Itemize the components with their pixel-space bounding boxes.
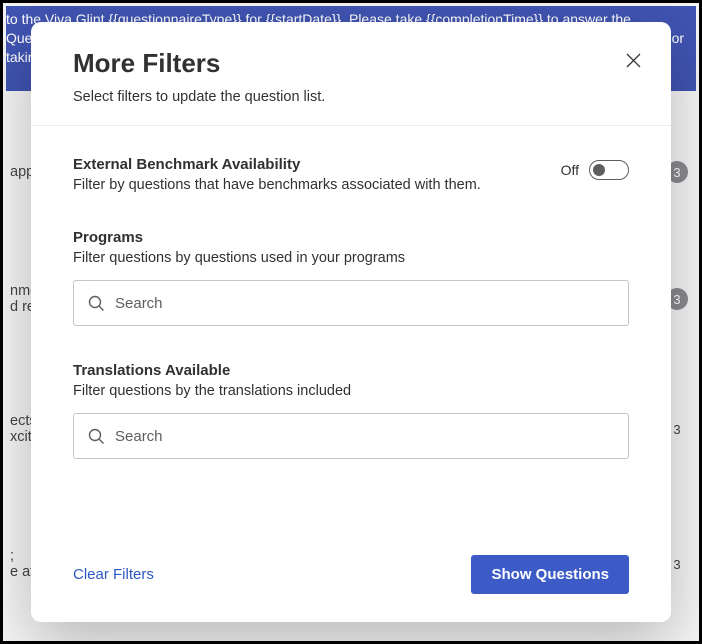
programs-search-input[interactable] <box>115 295 614 312</box>
filter-benchmark: External Benchmark Availability Filter b… <box>73 156 629 193</box>
filter-title: Translations Available <box>73 362 629 379</box>
modal-subtitle: Select filters to update the question li… <box>73 89 629 105</box>
filter-desc: Filter questions by the translations inc… <box>73 383 629 399</box>
programs-search-box[interactable] <box>73 280 629 326</box>
more-filters-modal: More Filters Select filters to update th… <box>31 22 671 622</box>
clear-filters-button[interactable]: Clear Filters <box>73 566 154 583</box>
filter-title: External Benchmark Availability <box>73 156 629 173</box>
filter-title: Programs <box>73 229 629 246</box>
translations-search-box[interactable] <box>73 413 629 459</box>
toggle-thumb <box>593 164 605 176</box>
filter-desc: Filter questions by questions used in yo… <box>73 250 629 266</box>
benchmark-toggle-wrap: Off <box>561 160 629 180</box>
show-questions-button[interactable]: Show Questions <box>471 555 629 594</box>
benchmark-toggle[interactable] <box>589 160 629 180</box>
search-icon <box>88 428 105 445</box>
modal-header: More Filters Select filters to update th… <box>31 22 671 126</box>
search-icon <box>88 295 105 312</box>
translations-search-input[interactable] <box>115 428 614 445</box>
close-icon <box>626 53 641 68</box>
modal-body: External Benchmark Availability Filter b… <box>31 126 671 537</box>
toggle-state-label: Off <box>561 162 579 178</box>
close-button[interactable] <box>619 46 647 74</box>
filter-desc: Filter by questions that have benchmarks… <box>73 177 629 193</box>
modal-title: More Filters <box>73 48 629 79</box>
modal-footer: Clear Filters Show Questions <box>31 537 671 622</box>
filter-programs: Programs Filter questions by questions u… <box>73 229 629 326</box>
filter-translations: Translations Available Filter questions … <box>73 362 629 459</box>
